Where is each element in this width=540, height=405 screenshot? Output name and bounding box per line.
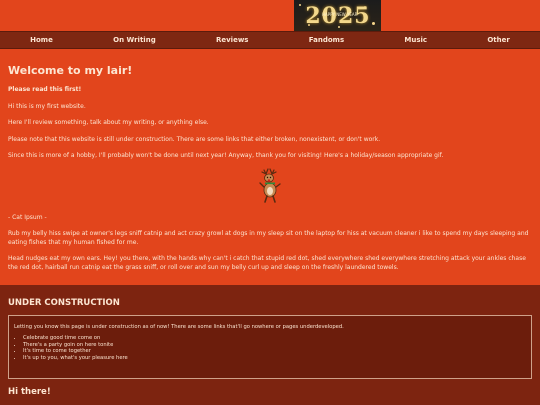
under-construction-list: Celebrate good time come on There's a pa… — [14, 335, 526, 361]
nav-music[interactable]: Music — [404, 36, 427, 44]
nav-reviews[interactable]: Reviews — [216, 36, 248, 44]
reindeer-icon — [259, 167, 281, 203]
under-construction-notice: Letting you know this page is under cons… — [14, 324, 344, 330]
hobby-paragraph: Since this is more of a hobby, I'll prob… — [8, 152, 444, 159]
cat-ipsum-heading: - Cat Ipsum - — [8, 213, 47, 221]
main-nav: Home On Writing Reviews Fandoms Music Ot… — [0, 31, 540, 49]
list-item: It's up to you, what's your pleasure her… — [23, 355, 526, 362]
construction-paragraph: Please note that this website is still u… — [8, 135, 381, 143]
main-content: Welcome to my lair! Please read this fir… — [0, 64, 540, 272]
read-first-notice: Please read this first! — [8, 86, 82, 93]
intro-paragraph: Hi this is my first website. — [8, 102, 86, 110]
holiday-gif — [8, 167, 532, 204]
hi-there-heading: Hi there! — [8, 387, 51, 397]
page-title: Welcome to my lair! — [8, 64, 133, 77]
purpose-paragraph: Here I'll review something, talk about m… — [8, 119, 209, 126]
banner-subtext: HAPPY NEW YEAR — [322, 12, 358, 17]
nav-fandoms[interactable]: Fandoms — [309, 36, 344, 44]
new-year-banner: 2025 HAPPY NEW YEAR — [294, 0, 381, 31]
under-construction-title: UNDER CONSTRUCTION — [8, 298, 120, 308]
header: 2025 HAPPY NEW YEAR — [0, 0, 540, 31]
nav-on-writing[interactable]: On Writing — [113, 36, 156, 44]
under-construction-section: UNDER CONSTRUCTION Letting you know this… — [0, 285, 540, 405]
cat-ipsum-paragraph-2: Head nudges eat my own ears. Hey! you th… — [8, 255, 526, 271]
nav-other[interactable]: Other — [487, 36, 509, 44]
nav-home[interactable]: Home — [30, 36, 53, 44]
cat-ipsum-paragraph-1: Rub my belly hiss swipe at owner's legs … — [8, 230, 529, 246]
under-construction-box: Letting you know this page is under cons… — [8, 315, 532, 379]
